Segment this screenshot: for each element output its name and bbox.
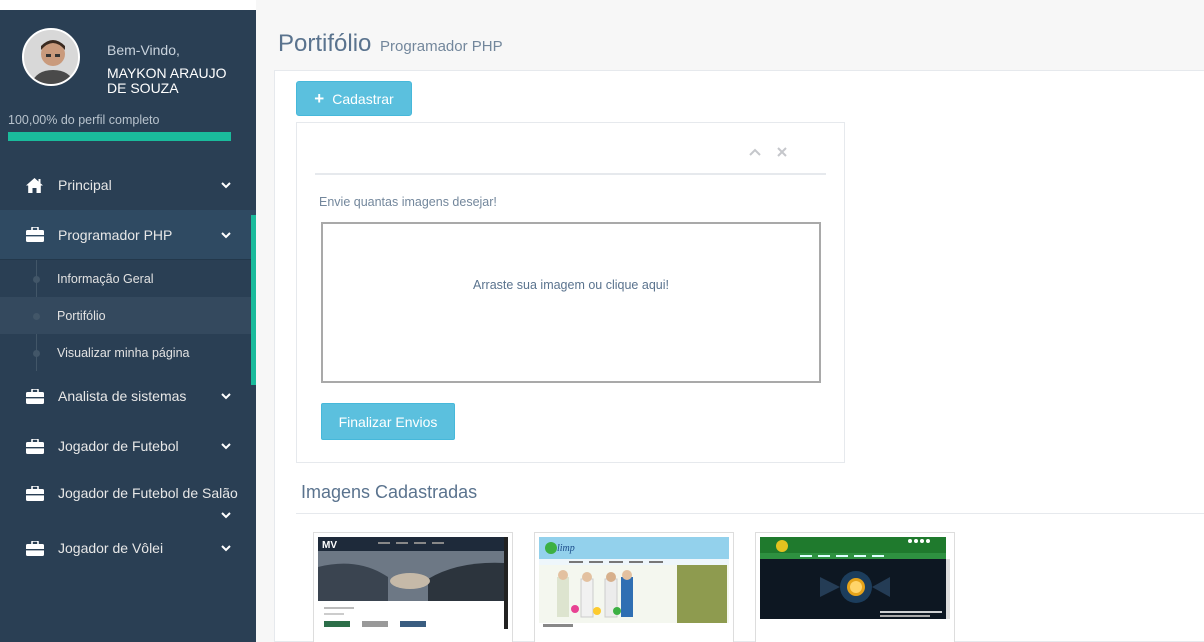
sidebar: Bem-Vindo, MAYKON ARAUJO DE SOUZA 100,00… [0,10,256,642]
plus-icon: + [314,88,325,108]
submenu-item-visualizar-pagina[interactable]: Visualizar minha página [0,334,256,371]
panel-toolbox [748,145,788,159]
menu-item-label: Jogador de Futebol de Salão [58,485,238,501]
chevron-down-icon [221,512,231,519]
menu-item-analista-sistemas[interactable]: Analista de sistemas [0,371,256,421]
user-name: MAYKON ARAUJO DE SOUZA [107,65,227,96]
panel-divider [315,173,826,175]
chevron-down-icon [221,182,231,189]
briefcase-icon [26,438,44,454]
submenu-programador-php: Informação Geral Portifólio Visualizar m… [0,260,256,371]
close-icon[interactable] [776,145,788,159]
page-title: Portifólio Programador PHP [278,30,503,58]
portfolio-screenshot: MV [318,537,508,629]
welcome-text: Bem-Vindo, [107,42,180,58]
chevron-down-icon [221,231,231,238]
gallery-title: Imagens Cadastradas [301,482,478,502]
page-title-text: Portifólio [278,30,372,57]
submenu-item-label: Informação Geral [57,271,154,286]
bullet-dot [33,275,40,283]
cadastrar-button-label: Cadastrar [332,90,394,107]
chevron-up-icon[interactable] [748,145,762,159]
home-icon [26,177,44,193]
briefcase-icon [26,540,44,556]
gallery-thumbnail[interactable]: MV [313,532,513,642]
portfolio-screenshot: limp [539,537,729,629]
menu-item-label: Jogador de Futebol [58,438,179,454]
bullet-dot [33,312,40,320]
gallery-thumbnail[interactable]: limp [534,532,734,642]
gallery-thumbnail[interactable] [755,532,955,642]
portfolio-screenshot [760,537,950,629]
bullet-dot [33,349,40,357]
profile-progress-bar [8,132,231,141]
chevron-down-icon [221,393,231,400]
thumbnail-logo-text: limp [557,543,575,554]
menu-item-jogador-volei[interactable]: Jogador de Vôlei [0,523,256,573]
menu-item-label: Principal [58,177,112,193]
menu-item-jogador-futebol-salao[interactable]: Jogador de Futebol de Salão [0,471,256,523]
chevron-down-icon [221,443,231,450]
avatar[interactable] [22,28,80,86]
briefcase-icon [26,388,44,404]
profile-completion-text: 100,00% do perfil completo [8,113,160,127]
menu-item-label: Programador PHP [58,226,173,243]
page-subtitle: Programador PHP [380,38,503,55]
menu-item-principal[interactable]: Principal [0,160,256,210]
finalizar-envios-button[interactable]: Finalizar Envios [321,403,455,440]
menu-item-label: Analista de sistemas [58,388,187,404]
dropzone-text: Arraste sua imagem ou clique aqui! [473,277,669,292]
submenu-item-label: Visualizar minha página [57,345,190,360]
menu-item-jogador-futebol[interactable]: Jogador de Futebol [0,421,256,471]
side-menu: Principal Programador PHP Informação Ger… [0,160,256,573]
upload-panel: Envie quantas imagens desejar! Arraste s… [296,122,845,463]
menu-item-label: Jogador de Vôlei [58,540,164,556]
profile-summary: Bem-Vindo, MAYKON ARAUJO DE SOUZA 100,00… [0,10,256,150]
profile-progress-fill [8,132,231,141]
cadastrar-button[interactable]: + Cadastrar [296,81,412,116]
image-dropzone[interactable]: Arraste sua imagem ou clique aqui! [321,222,821,383]
thumbnail-logo-text: MV [322,540,337,551]
submenu-item-label: Portifólio [57,308,106,323]
main-content: Portifólio Programador PHP + Cadastrar E… [256,0,1204,642]
section-divider [296,513,1204,514]
briefcase-icon [26,227,44,243]
briefcase-icon [26,485,44,501]
submenu-item-portifolio[interactable]: Portifólio [0,297,256,334]
menu-item-programador-php[interactable]: Programador PHP [0,210,256,260]
chevron-down-icon [221,545,231,552]
submenu-item-informacao-geral[interactable]: Informação Geral [0,260,256,297]
upload-hint: Envie quantas imagens desejar! [319,195,497,209]
